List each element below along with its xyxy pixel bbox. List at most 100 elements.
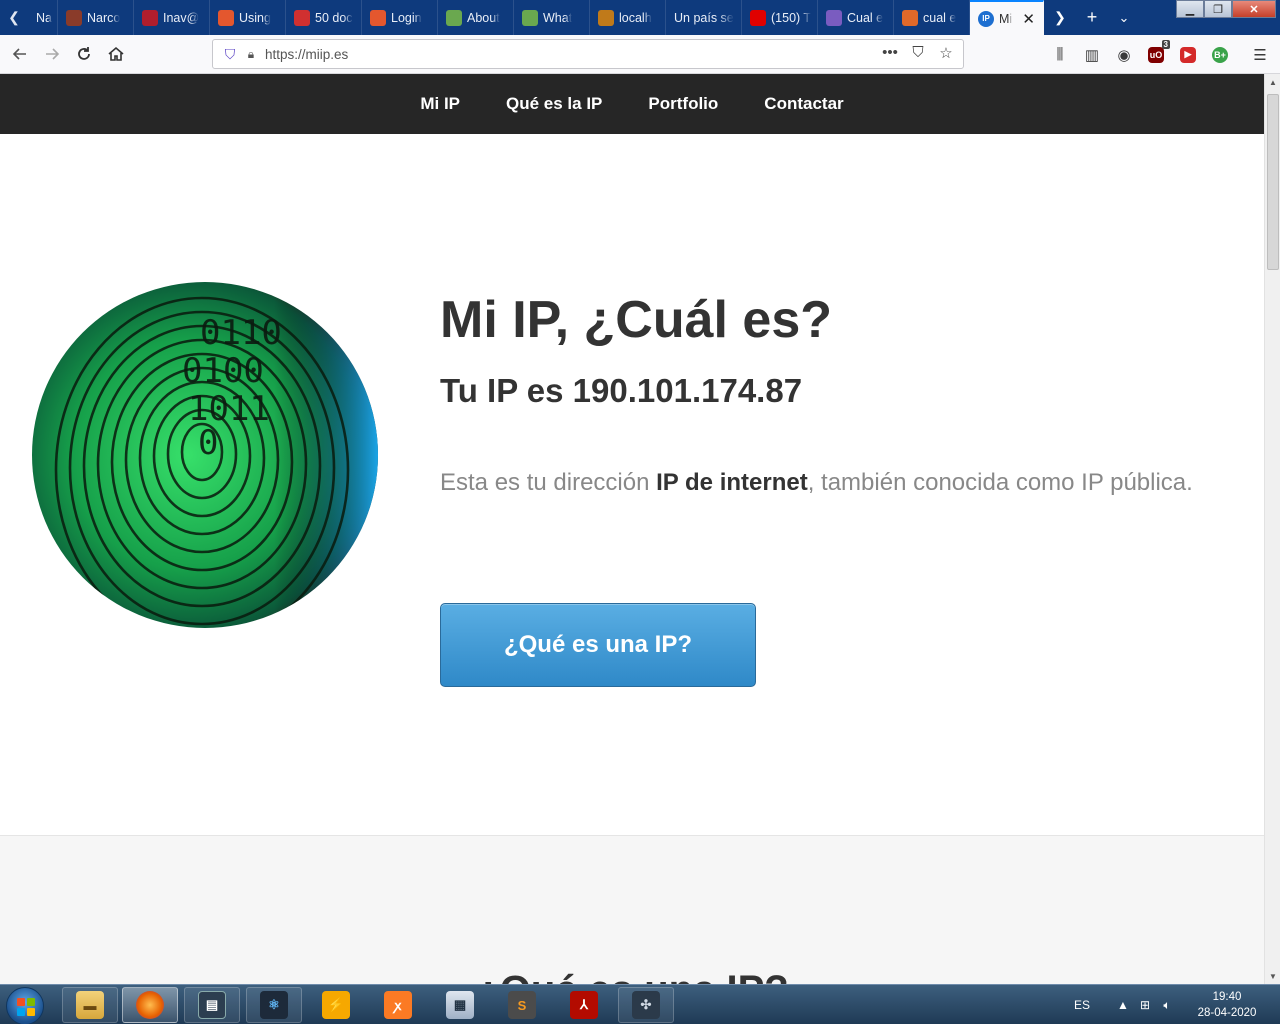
tab-scroll-right-icon[interactable]: ❯ — [1044, 9, 1076, 26]
tab-scroll-left-button[interactable]: ❮ — [0, 0, 28, 35]
pocket-icon[interactable]: ⛉ — [907, 44, 929, 62]
tab-5[interactable]: Login — [362, 0, 438, 35]
taskbar-acrobat[interactable]: ⅄ — [556, 987, 612, 1023]
tab-0[interactable]: Na — [28, 0, 58, 35]
taskbar-git[interactable]: ✣ — [618, 987, 674, 1023]
tab-1[interactable]: Narco — [58, 0, 134, 35]
taskbar-calculator[interactable]: ▦ — [432, 987, 488, 1023]
tab-8[interactable]: localh — [590, 0, 666, 35]
restore-button[interactable]: ❐ — [1204, 0, 1232, 18]
taskbar-xampp[interactable]: ꭗ — [370, 987, 426, 1023]
lock-icon[interactable]: 🔒︎ — [241, 47, 261, 62]
scroll-up-arrow-icon[interactable]: ▲ — [1265, 74, 1280, 90]
svg-text:0100: 0100 — [182, 351, 264, 391]
forward-button[interactable] — [36, 38, 68, 70]
tab-3[interactable]: Using — [210, 0, 286, 35]
page-scrollbar[interactable]: ▲ ▼ — [1264, 74, 1280, 984]
tab-7[interactable]: What — [514, 0, 590, 35]
windows-taskbar: ▬ ▤ ⚛ ⚡ ꭗ ▦ S ⅄ ✣ ES ▲ ⊞ 🔈︎ 19:40 28-04-… — [0, 984, 1280, 1024]
tab-favicon-icon — [142, 9, 158, 26]
desc-part-2: , también conocida como IP pública. — [807, 469, 1193, 496]
tab-2[interactable]: Inav@ — [134, 0, 210, 35]
reload-icon — [78, 47, 90, 60]
taskbar-app-zap[interactable]: ⚡ — [308, 987, 364, 1023]
bplus-extension-button[interactable]: B+ — [1204, 39, 1236, 71]
volume-icon[interactable]: 🔈︎ — [1156, 998, 1178, 1013]
ip-address-line: Tu IP es 190.101.174.87 — [440, 372, 803, 409]
nav-link-mi-ip[interactable]: Mi IP — [420, 94, 460, 114]
tab-favicon-icon — [66, 9, 82, 26]
nav-link-portfolio[interactable]: Portfolio — [648, 94, 718, 114]
nav-link-contactar[interactable]: Contactar — [764, 94, 843, 114]
reload-button[interactable] — [68, 38, 100, 70]
nav-link-que-es-la-ip[interactable]: Qué es la IP — [506, 94, 602, 114]
minimize-button[interactable]: ▁ — [1176, 0, 1204, 18]
tabs-container: Na Narco Inav@ Using 50 doc Login About What loc… — [28, 0, 970, 35]
tab-active[interactable]: IP Mi ✕ — [970, 0, 1044, 35]
clock[interactable]: 19:40 28-04-2020 — [1188, 989, 1266, 1021]
bookmark-star-icon[interactable]: ☆ — [935, 44, 957, 62]
taskbar-task-manager[interactable]: ▤ — [184, 987, 240, 1023]
desc-bold: IP de internet — [656, 469, 808, 496]
fingerprint-image: 0110 0100 1011 0 — [32, 282, 378, 628]
taskbar-atom[interactable]: ⚛ — [246, 987, 302, 1023]
scroll-down-arrow-icon[interactable]: ▼ — [1265, 968, 1280, 984]
account-icon[interactable]: ◉ — [1108, 39, 1140, 71]
show-hidden-icons-icon[interactable]: ▲ — [1112, 998, 1134, 1012]
git-icon: ✣ — [632, 991, 660, 1019]
hero-section: 0110 0100 1011 0 Mi IP, ¿Cuál es? Tu IP … — [0, 134, 1264, 836]
back-button[interactable] — [4, 38, 36, 70]
tab-label: Cual e — [847, 10, 884, 25]
hero-title-rest: , ¿Cuál es? — [554, 291, 833, 349]
site-navigation: Mi IP Qué es la IP Portfolio Contactar — [0, 74, 1264, 134]
window-close-button[interactable]: ✕ — [1232, 0, 1276, 18]
ip-site-icon: IP — [978, 10, 994, 27]
clock-date: 28-04-2020 — [1197, 1007, 1257, 1019]
tab-favicon-icon — [370, 9, 386, 26]
svg-text:0110: 0110 — [200, 313, 282, 353]
tab-favicon-icon — [902, 9, 918, 26]
taskbar-firefox[interactable] — [122, 987, 178, 1023]
tracking-protection-shield-icon[interactable]: ⛉ — [219, 46, 241, 63]
forward-arrow-icon — [46, 48, 60, 60]
sublime-icon: S — [508, 991, 536, 1019]
new-tab-icon[interactable]: + — [1076, 7, 1108, 28]
address-bar[interactable]: ⛉ 🔒︎ https://miip.es ••• ⛉ ☆ — [212, 39, 964, 69]
home-button[interactable] — [100, 38, 132, 70]
tab-label: Login — [391, 10, 422, 25]
tab-label: cual e — [923, 10, 957, 25]
tab-9[interactable]: Un país se — [666, 0, 742, 35]
scrollbar-thumb[interactable] — [1267, 94, 1279, 270]
tab-6[interactable]: About — [438, 0, 514, 35]
tab-12[interactable]: cual e — [894, 0, 970, 35]
close-tab-icon[interactable]: ✕ — [1022, 10, 1035, 28]
media-extension-button[interactable]: ▶ — [1172, 39, 1204, 71]
tab-10[interactable]: (150) T — [742, 0, 818, 35]
calculator-icon: ▦ — [446, 991, 474, 1019]
tab-label: (150) T — [771, 10, 812, 25]
url-text[interactable]: https://miip.es — [265, 47, 348, 62]
taskbar-sublime[interactable]: S — [494, 987, 550, 1023]
taskbar-explorer[interactable]: ▬ — [62, 987, 118, 1023]
hamburger-menu-icon[interactable]: ☰ — [1244, 39, 1276, 71]
desc-part-1: Esta es tu dirección — [440, 469, 657, 496]
network-icon[interactable]: ⊞ — [1134, 998, 1156, 1012]
library-icon[interactable]: ⫼ — [1044, 39, 1076, 71]
firefox-icon — [136, 991, 164, 1019]
sidebar-icon[interactable]: ▥ — [1076, 39, 1108, 71]
page-actions-menu-icon[interactable]: ••• — [879, 44, 901, 62]
tab-4[interactable]: 50 doc — [286, 0, 362, 35]
ublock-extension-button[interactable]: uO 3 — [1140, 39, 1172, 71]
tab-extra-controls: ❯ + ⌄ — [1044, 0, 1140, 35]
play-extension-icon: ▶ — [1180, 46, 1196, 63]
monitor-icon: ▤ — [198, 991, 226, 1019]
que-es-una-ip-button[interactable]: ¿Qué es una IP? — [440, 603, 756, 687]
language-indicator[interactable]: ES — [1074, 998, 1090, 1012]
start-button[interactable] — [6, 987, 44, 1024]
tab-11[interactable]: Cual e — [818, 0, 894, 35]
bplus-icon: B+ — [1212, 46, 1228, 63]
lightning-icon: ⚡ — [322, 991, 350, 1019]
list-all-tabs-icon[interactable]: ⌄ — [1108, 10, 1140, 26]
tab-favicon-icon — [826, 9, 842, 26]
section-title: ¿Qué es una IP? — [0, 968, 1264, 984]
